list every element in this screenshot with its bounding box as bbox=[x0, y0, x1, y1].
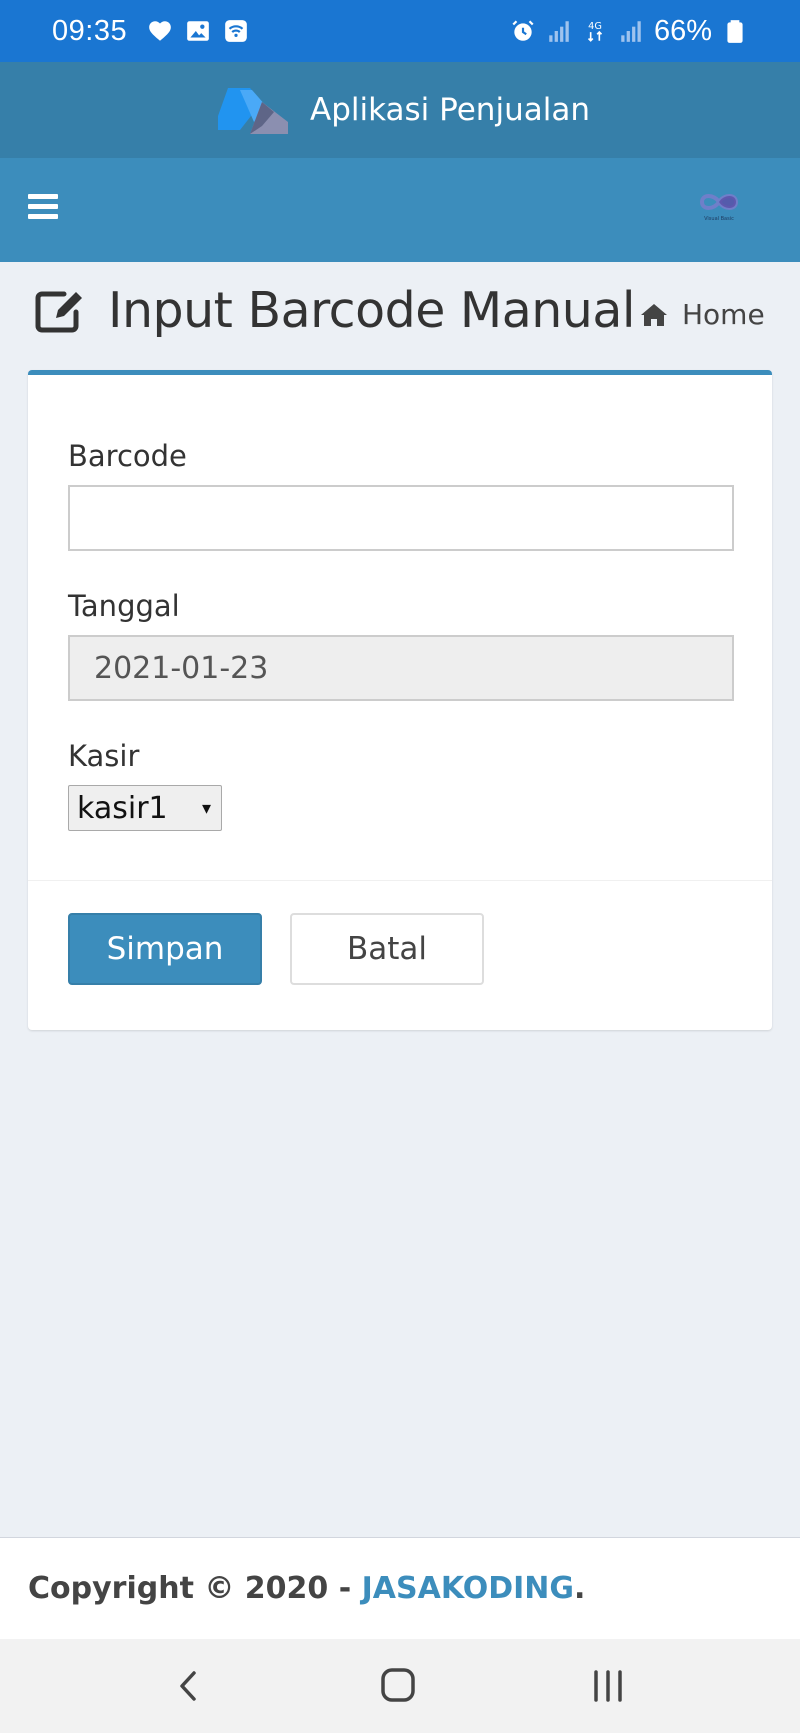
kasir-selected-value: kasir1 bbox=[77, 790, 168, 826]
content-header: Input Barcode Manual Home bbox=[0, 262, 800, 372]
app-header: Aplikasi Penjualan bbox=[0, 62, 800, 158]
status-time: 09:35 bbox=[52, 14, 128, 47]
footer-copyright: Copyright © 2020 - bbox=[28, 1571, 362, 1606]
4g-icon: 4G bbox=[587, 21, 603, 42]
form-body: Barcode Tanggal Kasir kasir1 ▾ bbox=[28, 375, 772, 880]
home-nav-icon[interactable] bbox=[374, 1663, 422, 1709]
edit-icon bbox=[35, 291, 82, 333]
home-icon bbox=[641, 303, 667, 326]
signal-icon bbox=[621, 21, 641, 42]
footer-suffix: . bbox=[574, 1571, 586, 1606]
4g-label: 4G bbox=[588, 21, 602, 32]
back-icon[interactable] bbox=[166, 1663, 214, 1709]
android-nav-bar bbox=[0, 1639, 800, 1733]
save-button[interactable]: Simpan bbox=[68, 913, 262, 985]
signal-icon bbox=[549, 21, 569, 42]
recents-icon[interactable] bbox=[584, 1663, 632, 1709]
breadcrumb-home-label[interactable]: Home bbox=[682, 298, 765, 331]
image-icon bbox=[187, 21, 209, 41]
status-right-icons: 4G 66% bbox=[510, 15, 748, 48]
chevron-down-icon: ▾ bbox=[201, 798, 211, 819]
barcode-input[interactable] bbox=[68, 485, 734, 551]
footer: Copyright © 2020 - JASAKODING . bbox=[0, 1537, 800, 1639]
app-logo-icon bbox=[218, 88, 289, 134]
breadcrumb[interactable]: Home bbox=[640, 298, 765, 331]
status-left-icons bbox=[147, 18, 249, 44]
heart-icon bbox=[149, 21, 171, 41]
tanggal-input[interactable] bbox=[68, 635, 734, 701]
app-title: Aplikasi Penjualan bbox=[310, 92, 590, 128]
kasir-select[interactable]: kasir1 ▾ bbox=[68, 785, 222, 831]
alarm-icon bbox=[512, 20, 534, 41]
kasir-label: Kasir bbox=[68, 739, 140, 773]
avatar-label: Visual Basic bbox=[704, 216, 734, 222]
cancel-button[interactable]: Batal bbox=[290, 913, 484, 985]
tanggal-label: Tanggal bbox=[68, 589, 180, 623]
battery-icon bbox=[727, 20, 743, 43]
form-box: Barcode Tanggal Kasir kasir1 ▾ Simpan Ba… bbox=[28, 370, 772, 1030]
wifi-call-icon bbox=[225, 20, 247, 42]
user-avatar-icon[interactable]: Visual Basic bbox=[694, 188, 744, 224]
barcode-label: Barcode bbox=[68, 439, 187, 473]
page-title: Input Barcode Manual bbox=[108, 282, 635, 339]
top-navbar: Visual Basic bbox=[0, 158, 800, 262]
hamburger-icon[interactable] bbox=[28, 194, 58, 220]
box-divider bbox=[28, 880, 772, 881]
status-bar: 09:35 4G 66% bbox=[0, 0, 800, 62]
footer-link[interactable]: JASAKODING bbox=[362, 1571, 574, 1606]
battery-percentage: 66% bbox=[653, 14, 712, 47]
